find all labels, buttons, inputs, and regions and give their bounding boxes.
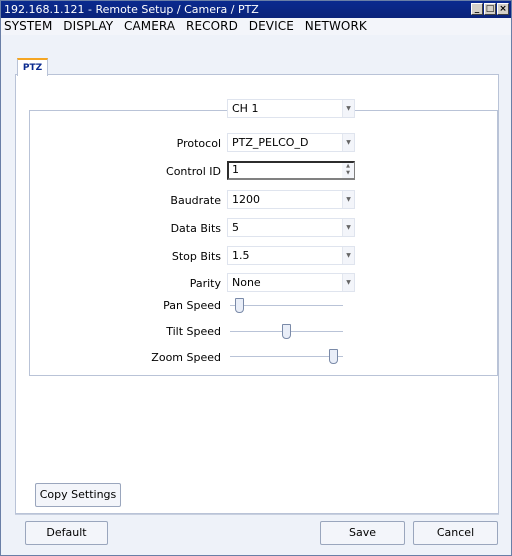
- window-controls: _ □ ×: [471, 3, 509, 15]
- parity-value: None: [232, 276, 261, 289]
- data-bits-select[interactable]: 5 ▼: [227, 218, 355, 237]
- data-bits-value: 5: [232, 221, 239, 234]
- zoom-speed-track[interactable]: [230, 356, 343, 357]
- default-button[interactable]: Default: [25, 521, 108, 545]
- footer-divider: [15, 514, 499, 515]
- channel-select[interactable]: CH 1 ▼: [227, 99, 355, 118]
- baudrate-value: 1200: [232, 193, 260, 206]
- parity-label: Parity: [189, 277, 221, 290]
- zoom-speed-label: Zoom Speed: [151, 351, 221, 364]
- chevron-down-icon: ▼: [342, 134, 354, 151]
- maximize-button[interactable]: □: [484, 3, 496, 15]
- menu-camera[interactable]: CAMERA: [124, 19, 175, 33]
- window-title: 192.168.1.121 - Remote Setup / Camera / …: [4, 3, 259, 16]
- parity-select[interactable]: None ▼: [227, 273, 355, 292]
- channel-value: CH 1: [232, 102, 259, 115]
- cancel-button[interactable]: Cancel: [413, 521, 498, 545]
- pan-speed-track[interactable]: [230, 305, 343, 306]
- tilt-speed-label: Tilt Speed: [166, 325, 221, 338]
- control-id-value: 1: [232, 163, 239, 176]
- pan-speed-label: Pan Speed: [163, 299, 221, 312]
- protocol-label: Protocol: [176, 137, 221, 150]
- chevron-down-icon: ▼: [342, 274, 354, 291]
- chevron-down-icon: ▼: [342, 191, 354, 208]
- stop-bits-label: Stop Bits: [171, 250, 221, 263]
- data-bits-label: Data Bits: [170, 222, 221, 235]
- menu-device[interactable]: DEVICE: [249, 19, 294, 33]
- chevron-down-icon: ▼: [342, 247, 354, 264]
- save-button[interactable]: Save: [320, 521, 405, 545]
- baudrate-select[interactable]: 1200 ▼: [227, 190, 355, 209]
- tilt-speed-thumb[interactable]: [282, 324, 291, 339]
- copy-settings-button[interactable]: Copy Settings: [35, 483, 121, 507]
- control-id-stepper[interactable]: 1 ▲ ▼: [227, 161, 355, 180]
- menu-system[interactable]: SYSTEM: [4, 19, 52, 33]
- baudrate-label: Baudrate: [170, 194, 221, 207]
- zoom-speed-thumb[interactable]: [328, 349, 338, 364]
- menu-record[interactable]: RECORD: [186, 19, 238, 33]
- stop-bits-select[interactable]: 1.5 ▼: [227, 246, 355, 265]
- pan-speed-thumb[interactable]: [235, 298, 245, 313]
- menu-bar: SYSTEM DISPLAY CAMERA RECORD DEVICE NETW…: [1, 18, 511, 35]
- menu-network[interactable]: NETWORK: [305, 19, 367, 33]
- menu-display[interactable]: DISPLAY: [63, 19, 113, 33]
- minimize-button[interactable]: _: [471, 3, 483, 15]
- protocol-value: PTZ_PELCO_D: [232, 136, 309, 149]
- tab-ptz[interactable]: PTZ: [17, 58, 48, 76]
- title-bar: 192.168.1.121 - Remote Setup / Camera / …: [1, 1, 511, 18]
- remote-setup-window: 192.168.1.121 - Remote Setup / Camera / …: [0, 0, 512, 556]
- stop-bits-value: 1.5: [232, 249, 250, 262]
- control-id-label: Control ID: [166, 165, 221, 178]
- close-button[interactable]: ×: [497, 3, 509, 15]
- chevron-down-icon: ▼: [342, 219, 354, 236]
- spin-arrows-icon[interactable]: ▲ ▼: [342, 163, 354, 178]
- chevron-down-icon: ▼: [342, 100, 354, 117]
- protocol-select[interactable]: PTZ_PELCO_D ▼: [227, 133, 355, 152]
